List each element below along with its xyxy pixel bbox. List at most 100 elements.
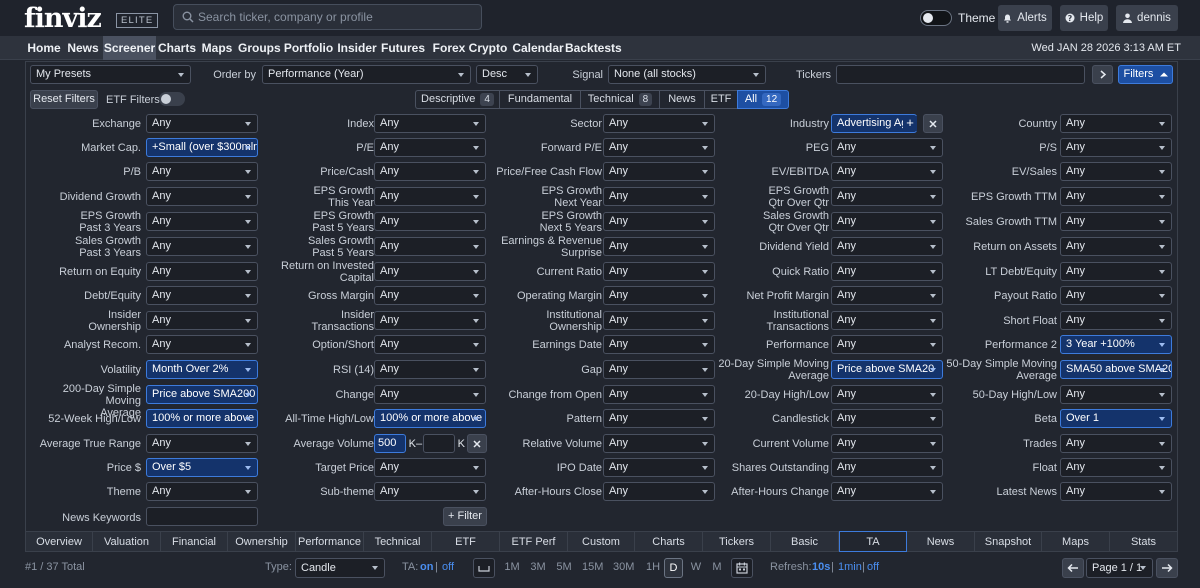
filter-institutional-ownership-select[interactable]: Any — [603, 311, 715, 330]
filter-price-select[interactable]: Over $5 — [146, 458, 258, 477]
filter-ev-ebitda-select[interactable]: Any — [831, 162, 943, 181]
filter-earnings-revenue-surprise-select[interactable]: Any — [603, 237, 715, 256]
filter-institutional-transactions-select[interactable]: Any — [831, 311, 943, 330]
news-keywords-input[interactable] — [146, 507, 258, 526]
filter-pattern-select[interactable]: Any — [603, 409, 715, 428]
filter-return-on-invested-capital-select[interactable]: Any — [374, 262, 486, 281]
tab-etf[interactable]: ETF — [704, 90, 737, 109]
prev-page-button[interactable] — [1062, 558, 1084, 578]
filter-candlestick-select[interactable]: Any — [831, 409, 943, 428]
filter-net-profit-margin-select[interactable]: Any — [831, 286, 943, 305]
filter-eps-growth-qtr-over-qtr-select[interactable]: Any — [831, 187, 943, 206]
filter-volatility-select[interactable]: Month Over 2% — [146, 360, 258, 379]
filter-float-select[interactable]: Any — [1060, 458, 1172, 477]
help-button[interactable]: ? Help — [1060, 5, 1108, 31]
ta-off-link[interactable]: off — [442, 556, 454, 578]
timeframe-5m[interactable]: 5M — [556, 558, 572, 578]
view-tab-tickers[interactable]: Tickers — [703, 531, 771, 552]
view-tab-news[interactable]: News — [907, 531, 975, 552]
view-tab-ta[interactable]: TA — [839, 531, 907, 552]
filter-eps-growth-next-5-years-select[interactable]: Any — [603, 212, 715, 231]
timeframe-30m[interactable]: 30M — [613, 558, 634, 578]
filter-target-price-select[interactable]: Any — [374, 458, 486, 477]
clear-industry-button[interactable] — [923, 114, 943, 133]
reset-filters-button[interactable]: Reset Filters — [30, 90, 98, 109]
filter-eps-growth-past-5-years-select[interactable]: Any — [374, 212, 486, 231]
filter-gross-margin-select[interactable]: Any — [374, 286, 486, 305]
view-tab-stats[interactable]: Stats — [1110, 531, 1178, 552]
user-button[interactable]: dennis — [1116, 5, 1178, 31]
filter-latest-news-select[interactable]: Any — [1060, 482, 1172, 501]
tab-fundamental[interactable]: Fundamental — [499, 90, 580, 109]
nav-maps[interactable]: Maps — [201, 36, 233, 60]
ta-on-link[interactable]: on — [420, 556, 433, 578]
refresh-off-link[interactable]: off — [867, 556, 879, 578]
filter-price-cash-select[interactable]: Any — [374, 162, 486, 181]
alerts-button[interactable]: Alerts — [998, 5, 1052, 31]
filter-index-select[interactable]: Any — [374, 114, 486, 133]
filter-exchange-select[interactable]: Any — [146, 114, 258, 133]
plus-icon[interactable]: + — [903, 116, 917, 131]
order-direction-select[interactable]: Desc — [476, 65, 538, 84]
filter-theme-select[interactable]: Any — [146, 482, 258, 501]
tab-descriptive[interactable]: Descriptive 4 — [415, 90, 499, 109]
filter-all-time-high-low-select[interactable]: 100% or more above Low — [374, 409, 486, 428]
filter-ev-sales-select[interactable]: Any — [1060, 162, 1172, 181]
timeframe-d[interactable]: D — [664, 558, 683, 578]
view-tab-performance[interactable]: Performance — [296, 531, 364, 552]
filter-20-day-simple-moving-average-select[interactable]: Price above SMA20 — [831, 360, 943, 379]
filter-performance-2-select[interactable]: 3 Year +100% — [1060, 335, 1172, 354]
filter-average-true-range-select[interactable]: Any — [146, 434, 258, 453]
timeframe-1m[interactable]: 1M — [504, 558, 520, 578]
filter-forward-p-e-select[interactable]: Any — [603, 138, 715, 157]
filter-relative-volume-select[interactable]: Any — [603, 434, 715, 453]
theme-toggle[interactable]: Theme — [920, 10, 995, 26]
tickers-input[interactable] — [836, 65, 1085, 84]
filter-200-day-simple-moving-average-select[interactable]: Price above SMA200 — [146, 385, 258, 404]
filter-trades-select[interactable]: Any — [1060, 434, 1172, 453]
refresh-10s-link[interactable]: 10s — [812, 556, 830, 578]
view-tab-valuation[interactable]: Valuation — [93, 531, 161, 552]
filter-quick-ratio-select[interactable]: Any — [831, 262, 943, 281]
view-tab-overview[interactable]: Overview — [25, 531, 93, 552]
nav-calendar[interactable]: Calendar — [512, 36, 564, 60]
filter-current-ratio-select[interactable]: Any — [603, 262, 715, 281]
filter-sector-select[interactable]: Any — [603, 114, 715, 133]
filter-sales-growth-past-5-years-select[interactable]: Any — [374, 237, 486, 256]
tab-news[interactable]: News — [659, 90, 704, 109]
filter-50-day-simple-moving-average-select[interactable]: SMA50 above SMA200 — [1060, 360, 1172, 379]
filter-insider-ownership-select[interactable]: Any — [146, 311, 258, 330]
view-tab-financial[interactable]: Financial — [161, 531, 228, 552]
nav-backtests[interactable]: Backtests — [565, 36, 622, 60]
add-filter-button[interactable]: + Filter — [443, 507, 487, 526]
filter-50-day-high-low-select[interactable]: Any — [1060, 385, 1172, 404]
filter-52-week-high-low-select[interactable]: 100% or more above Low — [146, 409, 258, 428]
filter-sales-growth-qtr-over-qtr-select[interactable]: Any — [831, 212, 943, 231]
filter-shares-outstanding-select[interactable]: Any — [831, 458, 943, 477]
next-page-button[interactable] — [1156, 558, 1178, 578]
filter-price-free-cash-flow-select[interactable]: Any — [603, 162, 715, 181]
filter-eps-growth-past-3-years-select[interactable]: Any — [146, 212, 258, 231]
filter-country-select[interactable]: Any — [1060, 114, 1172, 133]
filter-earnings-date-select[interactable]: Any — [603, 335, 715, 354]
etf-filters-toggle[interactable] — [159, 92, 185, 106]
timeframe-3m[interactable]: 3M — [530, 558, 546, 578]
filter-sales-growth-ttm-select[interactable]: Any — [1060, 212, 1172, 231]
view-tab-etf-perf[interactable]: ETF Perf — [500, 531, 568, 552]
tab-technical[interactable]: Technical 8 — [580, 90, 659, 109]
tab-all[interactable]: All 12 — [737, 90, 789, 109]
view-tab-maps[interactable]: Maps — [1042, 531, 1110, 552]
view-tab-custom[interactable]: Custom — [568, 531, 635, 552]
filter-dividend-growth-select[interactable]: Any — [146, 187, 258, 206]
search-input[interactable] — [198, 9, 474, 25]
filter-lt-debt-equity-select[interactable]: Any — [1060, 262, 1172, 281]
filter-peg-select[interactable]: Any — [831, 138, 943, 157]
timeframe-1h[interactable]: 1H — [645, 558, 661, 578]
filter-change-select[interactable]: Any — [374, 385, 486, 404]
filter-eps-growth-next-year-select[interactable]: Any — [603, 187, 715, 206]
filter-short-float-select[interactable]: Any — [1060, 311, 1172, 330]
filter-return-on-equity-select[interactable]: Any — [146, 262, 258, 281]
filter-operating-margin-select[interactable]: Any — [603, 286, 715, 305]
chart-type-select[interactable]: Candle — [295, 558, 385, 578]
nav-screener[interactable]: Screener — [103, 36, 156, 60]
